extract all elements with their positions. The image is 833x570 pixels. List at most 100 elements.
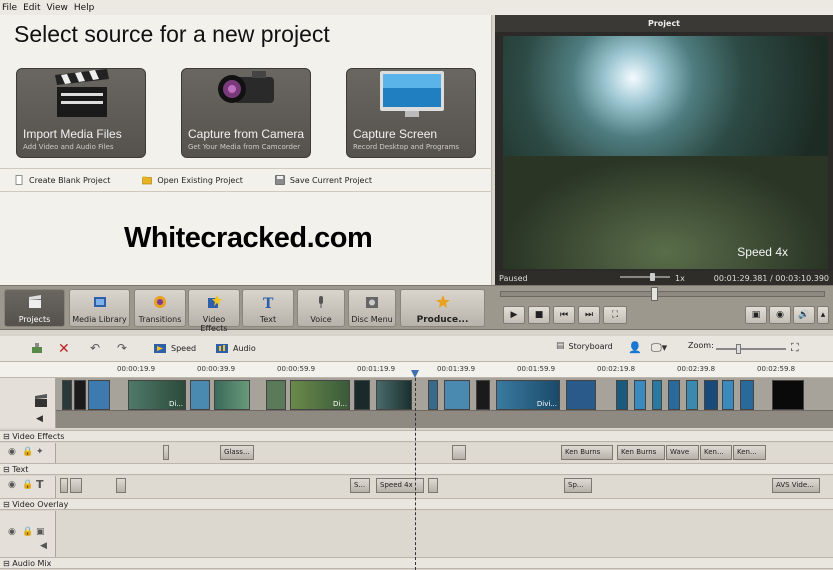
eye-icon[interactable]: ◉ xyxy=(8,480,16,490)
stop-button[interactable]: ■ xyxy=(528,306,550,324)
video-clip[interactable] xyxy=(652,380,662,410)
storyboard-button[interactable]: ▤ Storyboard xyxy=(556,341,613,351)
effect-item[interactable]: Ken... xyxy=(733,445,766,460)
video-clip[interactable] xyxy=(62,380,72,410)
video-clip[interactable] xyxy=(476,380,490,410)
capture-screen-button[interactable]: Capture Screen Record Desktop and Progra… xyxy=(346,68,476,158)
volume-button[interactable]: 🔊 xyxy=(793,306,815,324)
zoom-knob[interactable] xyxy=(736,344,741,354)
seek-knob[interactable] xyxy=(651,287,658,301)
person-icon: 👤 xyxy=(628,341,642,354)
menu-edit[interactable]: Edit xyxy=(23,3,40,13)
voiceover-button[interactable]: 👤 xyxy=(628,341,642,354)
video-clip[interactable] xyxy=(634,380,646,410)
previous-button[interactable]: ⏮ xyxy=(553,306,575,324)
produce-button[interactable]: Produce... xyxy=(400,289,485,327)
video-clip[interactable]: Di... xyxy=(128,380,186,410)
tool-disc-menu[interactable]: Disc Menu xyxy=(348,289,396,327)
eye-icon[interactable]: ◉ xyxy=(8,527,16,537)
lock-icon[interactable]: 🔒 xyxy=(22,447,33,457)
effect-item[interactable]: Ken Burns xyxy=(617,445,665,460)
menu-help[interactable]: Help xyxy=(74,3,95,13)
open-existing-project-link[interactable]: Open Existing Project xyxy=(142,175,243,185)
video-clip[interactable] xyxy=(722,380,734,410)
video-clip[interactable] xyxy=(214,380,250,410)
audio-mix-section[interactable]: ⊟ Audio Mix xyxy=(0,557,833,569)
effect-item[interactable]: Glass... xyxy=(220,445,254,460)
video-effects-lane[interactable]: Glass... Ken Burns Ken Burns Wave Ken...… xyxy=(56,443,833,463)
video-clip[interactable]: Di... xyxy=(290,380,350,410)
zoom-slider[interactable] xyxy=(716,344,786,354)
text-item[interactable]: Sp... xyxy=(564,478,592,493)
video-clip[interactable] xyxy=(444,380,470,410)
effect-marker[interactable] xyxy=(163,445,169,460)
capture-screen-sub: Record Desktop and Programs xyxy=(353,143,460,151)
preview-video[interactable]: Speed 4x xyxy=(503,36,828,269)
speed-slider-knob[interactable] xyxy=(650,273,655,281)
video-clip[interactable] xyxy=(772,380,804,410)
fullscreen-button[interactable]: ⛶ xyxy=(603,306,627,324)
delete-button[interactable]: ✕ xyxy=(58,341,70,357)
video-clip[interactable] xyxy=(74,380,86,410)
video-clip[interactable] xyxy=(376,380,412,410)
more-button[interactable]: ▴ xyxy=(817,306,829,324)
tool-video-effects[interactable]: Video Effects xyxy=(188,289,240,333)
undo-button[interactable]: ↶ xyxy=(90,341,100,355)
video-clip[interactable] xyxy=(616,380,628,410)
menu-view[interactable]: View xyxy=(47,3,68,13)
save-current-project-link[interactable]: Save Current Project xyxy=(275,175,372,185)
video-clip[interactable] xyxy=(668,380,680,410)
video-clip[interactable] xyxy=(190,380,210,410)
video-overlay-lane[interactable] xyxy=(56,511,833,557)
video-clip[interactable] xyxy=(266,380,286,410)
video-clip[interactable] xyxy=(354,380,370,410)
video-clip[interactable] xyxy=(428,380,438,410)
audio-button[interactable]: Audio xyxy=(215,341,256,355)
video-clip[interactable] xyxy=(686,380,698,410)
text-marker[interactable] xyxy=(116,478,126,493)
speed-button[interactable]: Speed xyxy=(153,341,196,355)
import-media-button[interactable]: Import Media Files Add Video and Audio F… xyxy=(16,68,146,158)
fit-button[interactable]: ⛶ xyxy=(791,341,799,355)
video-clip[interactable]: Divi... xyxy=(496,380,560,410)
video-effects-section[interactable]: ⊟ Video Effects xyxy=(0,430,833,442)
lock-icon[interactable]: 🔒 xyxy=(22,527,33,537)
text-item[interactable]: S... xyxy=(350,478,370,493)
snapshot-button[interactable]: ◉ xyxy=(769,306,791,324)
capture-camera-button[interactable]: Capture from Camera Get Your Media from … xyxy=(181,68,311,158)
tool-media-library[interactable]: Media Library xyxy=(69,289,130,327)
tool-transitions[interactable]: Transitions xyxy=(134,289,186,327)
eye-icon[interactable]: ◉ xyxy=(8,447,16,457)
video-clip[interactable] xyxy=(704,380,718,410)
trim-button[interactable] xyxy=(30,341,44,355)
create-blank-project-link[interactable]: Create Blank Project xyxy=(14,175,110,185)
text-marker[interactable] xyxy=(70,478,82,493)
text-item[interactable]: Speed 4x xyxy=(376,478,424,493)
effect-item[interactable]: Ken... xyxy=(700,445,732,460)
text-marker[interactable] xyxy=(60,478,68,493)
play-button[interactable]: ▶ xyxy=(503,306,525,324)
speed-slider[interactable] xyxy=(620,273,670,281)
effect-item[interactable]: Wave xyxy=(666,445,699,460)
video-overlay-section[interactable]: ⊟ Video Overlay xyxy=(0,498,833,510)
tool-text[interactable]: T Text xyxy=(242,289,294,327)
video-clip[interactable] xyxy=(566,380,596,410)
video-clip[interactable] xyxy=(740,380,754,410)
display-mode-button[interactable]: 🖵▾ xyxy=(651,341,667,355)
lock-icon[interactable]: 🔒 xyxy=(22,480,33,490)
text-marker[interactable] xyxy=(428,478,438,493)
seek-bar[interactable] xyxy=(500,287,825,301)
tool-projects[interactable]: Projects xyxy=(4,289,65,327)
video-clip[interactable] xyxy=(88,380,110,410)
text-lane[interactable]: S... Speed 4x Sp... AVS Vide... xyxy=(56,476,833,498)
tool-voice[interactable]: Voice xyxy=(297,289,345,327)
effect-marker[interactable] xyxy=(452,445,466,460)
folder-icon xyxy=(142,176,153,185)
next-button[interactable]: ⏭ xyxy=(578,306,600,324)
menu-file[interactable]: File xyxy=(2,3,17,13)
effect-item[interactable]: Ken Burns xyxy=(561,445,613,460)
screen-mode-button[interactable]: ▣ xyxy=(745,306,767,324)
redo-button[interactable]: ↷ xyxy=(117,341,127,355)
text-item[interactable]: AVS Vide... xyxy=(772,478,820,493)
text-section[interactable]: ⊟ Text xyxy=(0,463,833,475)
